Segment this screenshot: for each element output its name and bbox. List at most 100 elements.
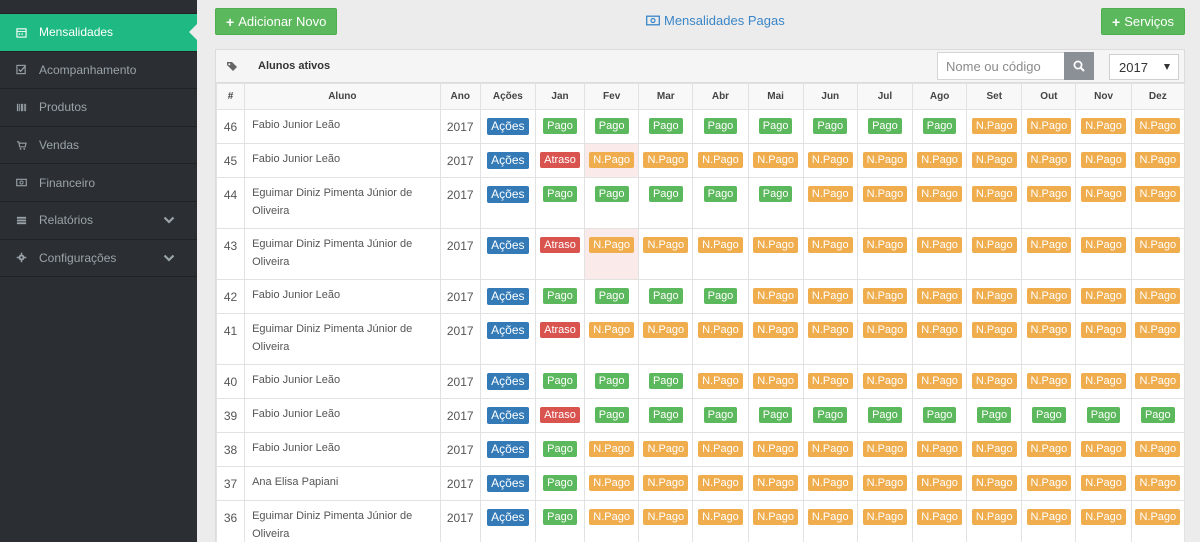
status-badge[interactable]: N.Pago	[917, 152, 962, 168]
status-badge[interactable]: Pago	[922, 118, 957, 134]
status-badge[interactable]: N.Pago	[753, 441, 798, 457]
status-badge[interactable]: N.Pago	[1081, 475, 1126, 491]
actions-button[interactable]: Ações	[487, 186, 529, 203]
status-badge[interactable]: N.Pago	[643, 475, 689, 491]
status-badge[interactable]: N.Pago	[698, 509, 743, 525]
status-badge[interactable]: N.Pago	[862, 441, 908, 457]
status-badge[interactable]: N.Pago	[1081, 288, 1126, 304]
status-badge[interactable]: Pago	[543, 475, 577, 491]
status-badge[interactable]: N.Pago	[1135, 322, 1181, 338]
status-badge[interactable]: Pago	[594, 186, 629, 202]
status-badge[interactable]: Atraso	[540, 152, 580, 168]
status-badge[interactable]: N.Pago	[1135, 237, 1181, 253]
status-badge[interactable]: Atraso	[540, 237, 580, 253]
actions-button[interactable]: Ações	[487, 441, 529, 458]
search-button[interactable]	[1064, 52, 1094, 80]
sidebar-item-configuracoes[interactable]: Configurações	[0, 240, 197, 278]
status-badge[interactable]: N.Pago	[1081, 118, 1126, 134]
status-badge[interactable]: N.Pago	[1135, 118, 1181, 134]
status-badge[interactable]: N.Pago	[753, 373, 798, 389]
status-badge[interactable]: N.Pago	[1026, 322, 1072, 338]
status-badge[interactable]: N.Pago	[753, 475, 798, 491]
status-badge[interactable]: N.Pago	[1135, 475, 1181, 491]
status-badge[interactable]: Pago	[1086, 407, 1121, 423]
status-badge[interactable]: N.Pago	[1026, 475, 1072, 491]
status-badge[interactable]: N.Pago	[917, 322, 962, 338]
status-badge[interactable]: Pago	[594, 118, 629, 134]
status-badge[interactable]: N.Pago	[862, 186, 908, 202]
status-badge[interactable]: N.Pago	[1135, 186, 1181, 202]
status-badge[interactable]: N.Pago	[807, 373, 853, 389]
status-badge[interactable]: N.Pago	[1026, 237, 1072, 253]
status-badge[interactable]: N.Pago	[753, 237, 798, 253]
status-badge[interactable]: N.Pago	[807, 237, 853, 253]
status-badge[interactable]: Pago	[868, 407, 902, 423]
status-badge[interactable]: N.Pago	[753, 509, 798, 525]
status-badge[interactable]: N.Pago	[589, 152, 634, 168]
status-badge[interactable]: N.Pago	[698, 441, 743, 457]
sidebar-item-financeiro[interactable]: Financeiro	[0, 164, 197, 202]
status-badge[interactable]: N.Pago	[698, 475, 743, 491]
status-badge[interactable]: N.Pago	[643, 237, 689, 253]
status-badge[interactable]: Pago	[648, 118, 683, 134]
status-badge[interactable]: Pago	[648, 373, 683, 389]
status-badge[interactable]: N.Pago	[698, 322, 743, 338]
status-badge[interactable]: Pago	[543, 118, 577, 134]
status-badge[interactable]: N.Pago	[1026, 509, 1072, 525]
status-badge[interactable]: N.Pago	[1081, 322, 1126, 338]
status-badge[interactable]: N.Pago	[807, 509, 853, 525]
status-badge[interactable]: N.Pago	[807, 322, 853, 338]
status-badge[interactable]: N.Pago	[1081, 441, 1126, 457]
status-badge[interactable]: N.Pago	[917, 237, 962, 253]
status-badge[interactable]: Pago	[703, 118, 738, 134]
status-badge[interactable]: Pago	[813, 407, 848, 423]
status-badge[interactable]: Pago	[594, 407, 629, 423]
status-badge[interactable]: N.Pago	[753, 322, 798, 338]
status-badge[interactable]: Pago	[543, 373, 577, 389]
status-badge[interactable]: N.Pago	[589, 509, 634, 525]
status-badge[interactable]: N.Pago	[917, 475, 962, 491]
status-badge[interactable]: Pago	[594, 288, 629, 304]
status-badge[interactable]: N.Pago	[862, 475, 908, 491]
status-badge[interactable]: Pago	[813, 118, 848, 134]
status-badge[interactable]: Pago	[922, 407, 957, 423]
status-badge[interactable]: N.Pago	[589, 475, 634, 491]
status-badge[interactable]: N.Pago	[807, 152, 853, 168]
status-badge[interactable]: N.Pago	[807, 288, 853, 304]
status-badge[interactable]: N.Pago	[862, 322, 908, 338]
status-badge[interactable]: N.Pago	[807, 186, 853, 202]
status-badge[interactable]: N.Pago	[971, 322, 1017, 338]
actions-button[interactable]: Ações	[487, 118, 529, 135]
status-badge[interactable]: N.Pago	[1026, 186, 1072, 202]
actions-button[interactable]: Ações	[487, 475, 529, 492]
status-badge[interactable]: Pago	[1032, 407, 1066, 423]
status-badge[interactable]: N.Pago	[917, 509, 962, 525]
status-badge[interactable]: Pago	[648, 186, 683, 202]
sidebar-item-hidden[interactable]	[0, 0, 197, 14]
actions-button[interactable]: Ações	[487, 407, 529, 424]
status-badge[interactable]: N.Pago	[1026, 288, 1072, 304]
status-badge[interactable]: Pago	[543, 441, 577, 457]
status-badge[interactable]: N.Pago	[1135, 441, 1181, 457]
status-badge[interactable]: N.Pago	[698, 373, 743, 389]
status-badge[interactable]: Atraso	[540, 407, 580, 423]
actions-button[interactable]: Ações	[487, 288, 529, 305]
status-badge[interactable]: N.Pago	[971, 288, 1017, 304]
status-badge[interactable]: Pago	[594, 373, 629, 389]
status-badge[interactable]: N.Pago	[971, 186, 1017, 202]
status-badge[interactable]: N.Pago	[1026, 373, 1072, 389]
status-badge[interactable]: Pago	[703, 288, 738, 304]
status-badge[interactable]: Pago	[758, 186, 793, 202]
status-badge[interactable]: Pago	[868, 118, 902, 134]
status-badge[interactable]: Pago	[648, 288, 683, 304]
status-badge[interactable]: Pago	[1140, 407, 1175, 423]
actions-button[interactable]: Ações	[487, 509, 529, 526]
status-badge[interactable]: N.Pago	[971, 475, 1017, 491]
actions-button[interactable]: Ações	[487, 152, 529, 169]
status-badge[interactable]: N.Pago	[1081, 237, 1126, 253]
actions-button[interactable]: Ações	[487, 237, 529, 254]
status-badge[interactable]: N.Pago	[862, 152, 908, 168]
status-badge[interactable]: N.Pago	[971, 152, 1017, 168]
sidebar-item-vendas[interactable]: Vendas	[0, 127, 197, 165]
status-badge[interactable]: N.Pago	[971, 118, 1017, 134]
